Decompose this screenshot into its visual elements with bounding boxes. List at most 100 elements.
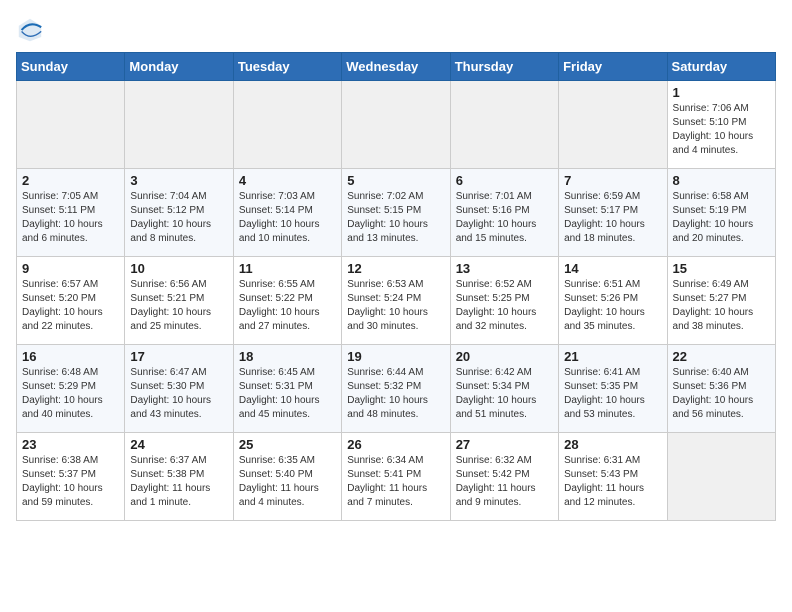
day-number: 14 xyxy=(564,261,661,276)
weekday-header: Saturday xyxy=(667,53,775,81)
calendar-cell: 5 Sunrise: 7:02 AM Sunset: 5:15 PM Daylig… xyxy=(342,169,450,257)
day-info: Sunrise: 6:38 AM Sunset: 5:37 PM Dayligh… xyxy=(22,454,119,510)
day-info: Sunrise: 6:53 AM Sunset: 5:24 PM Dayligh… xyxy=(347,278,444,334)
calendar-week-row: 9 Sunrise: 6:57 AM Sunset: 5:20 PM Daylig… xyxy=(17,257,776,345)
logo-icon xyxy=(16,16,44,44)
day-number: 12 xyxy=(347,261,444,276)
day-number: 23 xyxy=(22,437,119,452)
day-number: 27 xyxy=(456,437,553,452)
weekday-header: Friday xyxy=(559,53,667,81)
day-number: 21 xyxy=(564,349,661,364)
calendar-cell: 8 Sunrise: 6:58 AM Sunset: 5:19 PM Daylig… xyxy=(667,169,775,257)
day-number: 8 xyxy=(673,173,770,188)
weekday-header: Tuesday xyxy=(233,53,341,81)
day-info: Sunrise: 6:44 AM Sunset: 5:32 PM Dayligh… xyxy=(347,366,444,422)
day-info: Sunrise: 7:01 AM Sunset: 5:16 PM Dayligh… xyxy=(456,190,553,246)
day-info: Sunrise: 6:35 AM Sunset: 5:40 PM Dayligh… xyxy=(239,454,336,510)
day-info: Sunrise: 6:32 AM Sunset: 5:42 PM Dayligh… xyxy=(456,454,553,510)
day-number: 20 xyxy=(456,349,553,364)
calendar-body: 1 Sunrise: 7:06 AM Sunset: 5:10 PM Daylig… xyxy=(17,81,776,521)
day-number: 10 xyxy=(130,261,227,276)
weekday-header-row: SundayMondayTuesdayWednesdayThursdayFrid… xyxy=(17,53,776,81)
day-number: 15 xyxy=(673,261,770,276)
calendar-week-row: 16Sunrise: 6:48 AM Sunset: 5:29 PM Dayli… xyxy=(17,345,776,433)
day-info: Sunrise: 6:49 AM Sunset: 5:27 PM Dayligh… xyxy=(673,278,770,334)
logo xyxy=(16,16,48,44)
day-info: Sunrise: 6:56 AM Sunset: 5:21 PM Dayligh… xyxy=(130,278,227,334)
day-info: Sunrise: 6:42 AM Sunset: 5:34 PM Dayligh… xyxy=(456,366,553,422)
calendar-cell: 4 Sunrise: 7:03 AM Sunset: 5:14 PM Daylig… xyxy=(233,169,341,257)
calendar-cell xyxy=(17,81,125,169)
calendar-cell: 12 Sunrise: 6:53 AM Sunset: 5:24 PM Dayli… xyxy=(342,257,450,345)
calendar-cell xyxy=(233,81,341,169)
day-info: Sunrise: 7:02 AM Sunset: 5:15 PM Dayligh… xyxy=(347,190,444,246)
calendar-cell: 17Sunrise: 6:47 AM Sunset: 5:30 PM Dayli… xyxy=(125,345,233,433)
weekday-header: Thursday xyxy=(450,53,558,81)
day-info: Sunrise: 6:45 AM Sunset: 5:31 PM Dayligh… xyxy=(239,366,336,422)
day-info: Sunrise: 6:52 AM Sunset: 5:25 PM Dayligh… xyxy=(456,278,553,334)
calendar-cell: 13 Sunrise: 6:52 AM Sunset: 5:25 PM Dayli… xyxy=(450,257,558,345)
calendar-cell xyxy=(125,81,233,169)
calendar-cell: 9 Sunrise: 6:57 AM Sunset: 5:20 PM Daylig… xyxy=(17,257,125,345)
calendar-cell: 14Sunrise: 6:51 AM Sunset: 5:26 PM Dayli… xyxy=(559,257,667,345)
calendar-cell: 16Sunrise: 6:48 AM Sunset: 5:29 PM Dayli… xyxy=(17,345,125,433)
day-info: Sunrise: 7:03 AM Sunset: 5:14 PM Dayligh… xyxy=(239,190,336,246)
day-number: 13 xyxy=(456,261,553,276)
calendar-cell: 19 Sunrise: 6:44 AM Sunset: 5:32 PM Dayli… xyxy=(342,345,450,433)
calendar-cell xyxy=(342,81,450,169)
day-number: 9 xyxy=(22,261,119,276)
day-number: 19 xyxy=(347,349,444,364)
day-info: Sunrise: 7:06 AM Sunset: 5:10 PM Dayligh… xyxy=(673,102,770,158)
day-number: 24 xyxy=(130,437,227,452)
day-number: 28 xyxy=(564,437,661,452)
calendar-cell: 21 Sunrise: 6:41 AM Sunset: 5:35 PM Dayli… xyxy=(559,345,667,433)
day-info: Sunrise: 6:41 AM Sunset: 5:35 PM Dayligh… xyxy=(564,366,661,422)
calendar-cell: 1 Sunrise: 7:06 AM Sunset: 5:10 PM Daylig… xyxy=(667,81,775,169)
calendar-cell: 24 Sunrise: 6:37 AM Sunset: 5:38 PM Dayli… xyxy=(125,433,233,521)
day-number: 5 xyxy=(347,173,444,188)
day-info: Sunrise: 6:59 AM Sunset: 5:17 PM Dayligh… xyxy=(564,190,661,246)
calendar-cell: 28 Sunrise: 6:31 AM Sunset: 5:43 PM Dayli… xyxy=(559,433,667,521)
day-number: 22 xyxy=(673,349,770,364)
day-number: 1 xyxy=(673,85,770,100)
day-info: Sunrise: 7:04 AM Sunset: 5:12 PM Dayligh… xyxy=(130,190,227,246)
day-number: 6 xyxy=(456,173,553,188)
day-number: 2 xyxy=(22,173,119,188)
weekday-header: Sunday xyxy=(17,53,125,81)
day-number: 26 xyxy=(347,437,444,452)
calendar-table: SundayMondayTuesdayWednesdayThursdayFrid… xyxy=(16,52,776,521)
day-number: 7 xyxy=(564,173,661,188)
page-header xyxy=(16,16,776,44)
calendar-cell: 27 Sunrise: 6:32 AM Sunset: 5:42 PM Dayli… xyxy=(450,433,558,521)
calendar-cell: 10 Sunrise: 6:56 AM Sunset: 5:21 PM Dayli… xyxy=(125,257,233,345)
calendar-cell: 23 Sunrise: 6:38 AM Sunset: 5:37 PM Dayli… xyxy=(17,433,125,521)
calendar-cell: 11 Sunrise: 6:55 AM Sunset: 5:22 PM Dayli… xyxy=(233,257,341,345)
calendar-week-row: 23 Sunrise: 6:38 AM Sunset: 5:37 PM Dayli… xyxy=(17,433,776,521)
day-info: Sunrise: 6:58 AM Sunset: 5:19 PM Dayligh… xyxy=(673,190,770,246)
calendar-cell: 6 Sunrise: 7:01 AM Sunset: 5:16 PM Daylig… xyxy=(450,169,558,257)
calendar-cell: 20 Sunrise: 6:42 AM Sunset: 5:34 PM Dayli… xyxy=(450,345,558,433)
weekday-header: Wednesday xyxy=(342,53,450,81)
day-info: Sunrise: 7:05 AM Sunset: 5:11 PM Dayligh… xyxy=(22,190,119,246)
calendar-cell: 18 Sunrise: 6:45 AM Sunset: 5:31 PM Dayli… xyxy=(233,345,341,433)
calendar-cell: 26Sunrise: 6:34 AM Sunset: 5:41 PM Dayli… xyxy=(342,433,450,521)
day-info: Sunrise: 6:55 AM Sunset: 5:22 PM Dayligh… xyxy=(239,278,336,334)
calendar-header: SundayMondayTuesdayWednesdayThursdayFrid… xyxy=(17,53,776,81)
day-info: Sunrise: 6:31 AM Sunset: 5:43 PM Dayligh… xyxy=(564,454,661,510)
day-info: Sunrise: 6:57 AM Sunset: 5:20 PM Dayligh… xyxy=(22,278,119,334)
day-number: 16 xyxy=(22,349,119,364)
day-number: 4 xyxy=(239,173,336,188)
day-number: 11 xyxy=(239,261,336,276)
calendar-week-row: 1 Sunrise: 7:06 AM Sunset: 5:10 PM Daylig… xyxy=(17,81,776,169)
day-info: Sunrise: 6:37 AM Sunset: 5:38 PM Dayligh… xyxy=(130,454,227,510)
calendar-cell: 22Sunrise: 6:40 AM Sunset: 5:36 PM Dayli… xyxy=(667,345,775,433)
day-number: 18 xyxy=(239,349,336,364)
day-number: 25 xyxy=(239,437,336,452)
calendar-cell xyxy=(450,81,558,169)
weekday-header: Monday xyxy=(125,53,233,81)
calendar-cell: 2 Sunrise: 7:05 AM Sunset: 5:11 PM Daylig… xyxy=(17,169,125,257)
calendar-cell: 3 Sunrise: 7:04 AM Sunset: 5:12 PM Daylig… xyxy=(125,169,233,257)
day-number: 17 xyxy=(130,349,227,364)
calendar-cell: 7 Sunrise: 6:59 AM Sunset: 5:17 PM Daylig… xyxy=(559,169,667,257)
day-number: 3 xyxy=(130,173,227,188)
